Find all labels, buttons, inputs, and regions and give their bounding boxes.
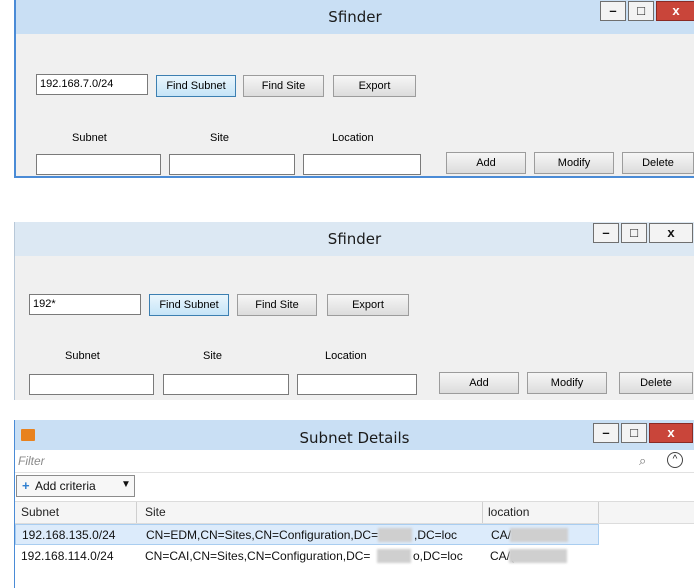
find-subnet-button[interactable]: Find Subnet xyxy=(149,294,229,316)
location-field[interactable] xyxy=(297,374,417,395)
location-label: Location xyxy=(332,132,374,144)
add-criteria-button[interactable]: + Add criteria ▼ xyxy=(16,475,135,497)
search-input[interactable]: 192.168.7.0/24 xyxy=(36,74,148,95)
subnet-label: Subnet xyxy=(65,350,100,362)
column-divider xyxy=(482,502,483,523)
site-field[interactable] xyxy=(163,374,289,395)
find-site-button[interactable]: Find Site xyxy=(243,75,324,97)
sfinder-window-1: Sfinder – □ x 192.168.7.0/24 Find Subnet… xyxy=(14,0,694,178)
close-button[interactable]: x xyxy=(649,223,693,243)
location-label: Location xyxy=(325,350,367,362)
site-label: Site xyxy=(203,350,222,362)
minimize-button[interactable]: – xyxy=(593,223,619,243)
cell-site: CN=EDM,CN=Sites,CN=Configuration,DC= xyxy=(146,528,379,542)
subnet-details-window: Subnet Details – □ x Filter ⌕ ^ + Add cr… xyxy=(14,420,694,588)
add-button[interactable]: Add xyxy=(446,152,526,174)
add-button[interactable]: Add xyxy=(439,372,519,394)
sfinder-window-2: Sfinder – □ x 192* Find Subnet Find Site… xyxy=(14,222,694,400)
cell-site: CN=CAI,CN=Sites,CN=Configuration,DC= xyxy=(145,549,371,563)
maximize-button[interactable]: □ xyxy=(621,223,647,243)
window-title: Sfinder xyxy=(328,8,382,26)
close-button[interactable]: x xyxy=(656,1,694,21)
minimize-button[interactable]: – xyxy=(593,423,619,443)
delete-button[interactable]: Delete xyxy=(622,152,694,174)
column-divider xyxy=(598,502,599,523)
minimize-button[interactable]: – xyxy=(600,1,626,21)
find-site-button[interactable]: Find Site xyxy=(237,294,317,316)
table-row[interactable]: 192.168.135.0/24 CN=EDM,CN=Sites,CN=Conf… xyxy=(15,524,599,545)
export-button[interactable]: Export xyxy=(327,294,409,316)
redacted-block xyxy=(509,549,567,563)
column-header-subnet[interactable]: Subnet xyxy=(21,505,59,519)
maximize-button[interactable]: □ xyxy=(621,423,647,443)
modify-button[interactable]: Modify xyxy=(527,372,607,394)
maximize-button[interactable]: □ xyxy=(628,1,654,21)
site-field[interactable] xyxy=(169,154,295,175)
plus-icon: + xyxy=(22,478,30,493)
subnet-label: Subnet xyxy=(72,132,107,144)
cell-subnet: 192.168.135.0/24 xyxy=(22,528,116,542)
column-divider xyxy=(136,502,137,523)
column-header-site[interactable]: Site xyxy=(145,505,166,519)
search-icon[interactable]: ⌕ xyxy=(639,453,646,469)
search-input[interactable]: 192* xyxy=(29,294,141,315)
redacted-block xyxy=(378,528,412,542)
filter-bar: Filter ⌕ ^ xyxy=(15,450,694,473)
title-bar[interactable]: Subnet Details – □ x xyxy=(15,420,694,450)
cell-subnet: 192.168.114.0/24 xyxy=(21,549,114,563)
collapse-icon[interactable]: ^ xyxy=(667,452,683,468)
subnet-field[interactable] xyxy=(29,374,154,395)
grid-header: Subnet Site location xyxy=(15,501,694,524)
table-row[interactable]: 192.168.114.0/24 CN=CAI,CN=Sites,CN=Conf… xyxy=(15,546,694,567)
redacted-block xyxy=(377,549,411,563)
cell-site-suffix: o,DC=loc xyxy=(413,549,463,563)
title-bar[interactable]: Sfinder – □ x xyxy=(15,222,694,256)
location-field[interactable] xyxy=(303,154,421,175)
add-criteria-label: Add criteria xyxy=(35,479,96,493)
caret-down-icon: ▼ xyxy=(121,479,131,490)
find-subnet-button[interactable]: Find Subnet xyxy=(156,75,236,97)
title-bar[interactable]: Sfinder – □ x xyxy=(16,0,694,34)
site-label: Site xyxy=(210,132,229,144)
subnet-field[interactable] xyxy=(36,154,161,175)
modify-button[interactable]: Modify xyxy=(534,152,614,174)
filter-input[interactable]: Filter xyxy=(18,454,45,468)
close-button[interactable]: x xyxy=(649,423,693,443)
cell-site-suffix: ,DC=loc xyxy=(414,528,458,542)
delete-button[interactable]: Delete xyxy=(619,372,693,394)
export-button[interactable]: Export xyxy=(333,75,416,97)
column-header-location[interactable]: location xyxy=(488,505,529,519)
redacted-block xyxy=(510,528,568,542)
